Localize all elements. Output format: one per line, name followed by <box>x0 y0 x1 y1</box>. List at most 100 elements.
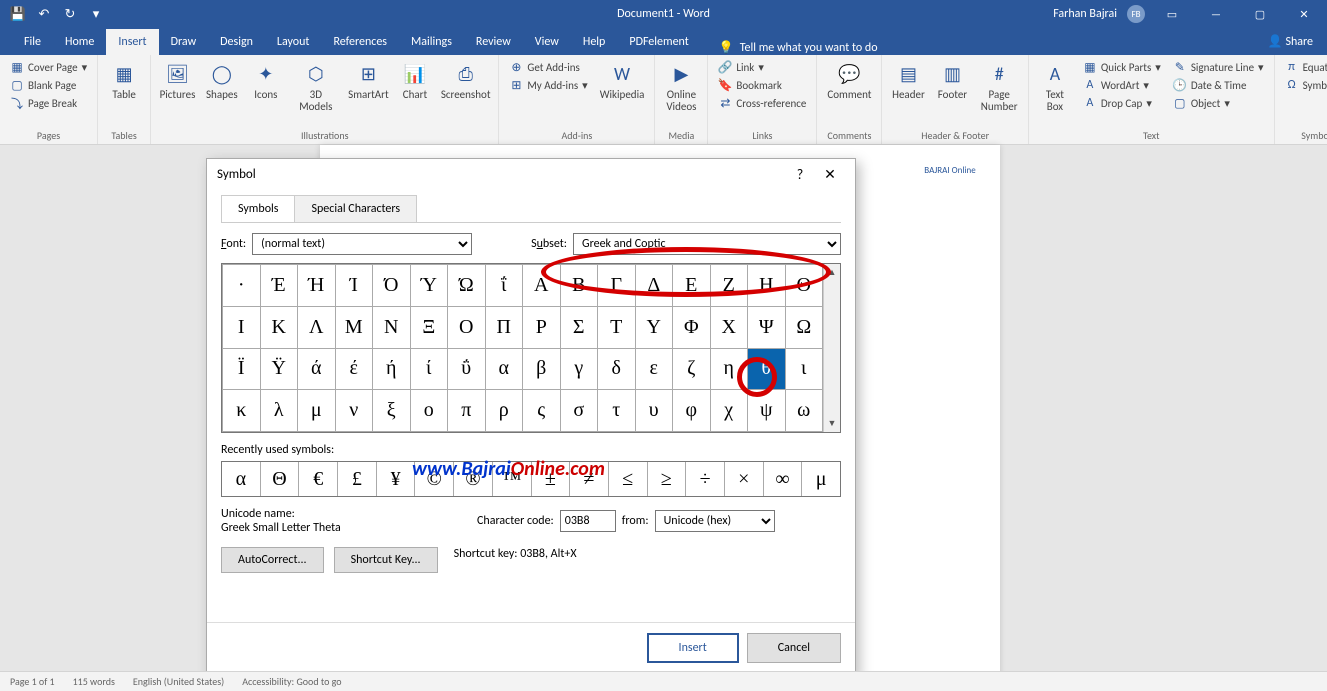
avatar[interactable]: FB <box>1127 5 1145 23</box>
tab-design[interactable]: Design <box>208 29 265 55</box>
close-icon[interactable]: ✕ <box>815 159 845 189</box>
recent-symbol[interactable]: © <box>415 462 454 496</box>
symbol-cell[interactable]: ε <box>635 348 673 390</box>
tell-me[interactable]: 💡 Tell me what you want to do <box>701 40 878 55</box>
symbol-cell[interactable]: ζ <box>673 348 711 390</box>
symbol-cell[interactable]: Υ <box>635 306 673 348</box>
symbol-cell[interactable]: Ό <box>373 265 411 307</box>
symbol-cell[interactable]: ς <box>523 390 561 432</box>
symbol-cell[interactable]: σ <box>560 390 598 432</box>
symbol-cell[interactable]: Ώ <box>448 265 486 307</box>
symbol-cell[interactable]: Ύ <box>410 265 448 307</box>
symbol-cell[interactable]: ω <box>785 390 823 432</box>
tab-draw[interactable]: Draw <box>159 29 209 55</box>
maximize-icon[interactable]: ▢ <box>1243 0 1277 28</box>
tab-mailings[interactable]: Mailings <box>399 29 464 55</box>
symbol-cell[interactable]: Γ <box>598 265 636 307</box>
symbol-cell[interactable]: α <box>485 348 523 390</box>
footer-button[interactable]: ▥Footer <box>934 59 970 103</box>
status-accessibility[interactable]: Accessibility: Good to go <box>242 675 341 688</box>
get-addins-button[interactable]: ⊕Get Add-ins <box>507 59 589 75</box>
symbol-cell[interactable]: Ϋ <box>260 348 298 390</box>
my-addins-button[interactable]: ⊞My Add-ins ▾ <box>507 77 589 93</box>
symbol-cell[interactable]: Π <box>485 306 523 348</box>
symbol-cell[interactable]: Ο <box>448 306 486 348</box>
3d-models-button[interactable]: ⬡3D Models <box>292 59 340 115</box>
tab-review[interactable]: Review <box>464 29 523 55</box>
char-code-input[interactable] <box>560 510 616 532</box>
link-button[interactable]: 🔗Link ▾ <box>716 59 808 75</box>
tab-layout[interactable]: Layout <box>265 29 322 55</box>
blank-page-button[interactable]: ▢Blank Page <box>8 77 89 93</box>
symbol-cell[interactable]: ρ <box>485 390 523 432</box>
redo-icon[interactable]: ↻ <box>62 6 78 22</box>
recent-symbol[interactable]: ÷ <box>686 462 725 496</box>
tab-pdfelement[interactable]: PDFelement <box>617 29 700 55</box>
wikipedia-button[interactable]: WWikipedia <box>598 59 647 103</box>
equation-button[interactable]: πEquation ▾ <box>1283 59 1327 75</box>
symbol-cell[interactable]: ι <box>785 348 823 390</box>
close-icon[interactable]: ✕ <box>1287 0 1321 28</box>
quick-parts-button[interactable]: ▦Quick Parts ▾ <box>1081 59 1163 75</box>
tab-help[interactable]: Help <box>571 29 618 55</box>
tab-references[interactable]: References <box>321 29 399 55</box>
screenshot-button[interactable]: ⎙Screenshot <box>441 59 490 103</box>
tab-special-chars[interactable]: Special Characters <box>294 195 417 222</box>
symbol-cell[interactable]: κ <box>223 390 261 432</box>
recent-symbol[interactable]: μ <box>802 462 840 496</box>
wordart-button[interactable]: AWordArt ▾ <box>1081 77 1163 93</box>
table-button[interactable]: ▦Table <box>106 59 142 103</box>
icons-button[interactable]: ✦Icons <box>248 59 284 103</box>
smartart-button[interactable]: ⊞SmartArt <box>348 59 389 103</box>
recent-symbol[interactable]: ™ <box>493 462 532 496</box>
share-button[interactable]: 👤 Share <box>1254 28 1327 55</box>
symbol-cell[interactable]: β <box>523 348 561 390</box>
symbol-cell[interactable]: Α <box>523 265 561 307</box>
symbol-cell[interactable]: Μ <box>335 306 373 348</box>
symbol-cell[interactable]: Ρ <box>523 306 561 348</box>
symbol-cell[interactable]: Ί <box>335 265 373 307</box>
recent-symbol[interactable]: Θ <box>261 462 300 496</box>
symbol-cell[interactable]: ξ <box>373 390 411 432</box>
symbol-cell[interactable]: δ <box>598 348 636 390</box>
recent-symbol[interactable]: ≤ <box>609 462 648 496</box>
symbol-cell[interactable]: Ϊ <box>223 348 261 390</box>
symbol-cell[interactable]: η <box>710 348 748 390</box>
symbol-cell[interactable]: γ <box>560 348 598 390</box>
symbol-cell[interactable]: Χ <box>710 306 748 348</box>
recent-symbol[interactable]: € <box>299 462 338 496</box>
symbol-cell[interactable]: Δ <box>635 265 673 307</box>
symbol-cell[interactable]: Θ <box>785 265 823 307</box>
recent-symbol[interactable]: ® <box>454 462 493 496</box>
tab-file[interactable]: File <box>12 29 53 55</box>
symbol-cell[interactable]: ν <box>335 390 373 432</box>
scroll-up-icon[interactable]: ▲ <box>824 264 840 281</box>
symbol-cell[interactable]: ο <box>410 390 448 432</box>
help-icon[interactable]: ? <box>785 159 815 189</box>
symbol-button[interactable]: ΩSymbol ▾ <box>1283 77 1327 93</box>
symbol-cell[interactable]: Ε <box>673 265 711 307</box>
page-break-button[interactable]: ⤵Page Break <box>8 95 89 111</box>
object-button[interactable]: ▢Object ▾ <box>1171 95 1266 111</box>
symbol-cell[interactable]: Ω <box>785 306 823 348</box>
shapes-button[interactable]: ◯Shapes <box>204 59 240 103</box>
symbol-cell[interactable]: ψ <box>748 390 786 432</box>
tab-home[interactable]: Home <box>53 29 106 55</box>
symbol-cell[interactable]: Λ <box>298 306 336 348</box>
page-number-button[interactable]: #Page Number <box>978 59 1019 115</box>
autocorrect-button[interactable]: AutoCorrect... <box>221 547 324 573</box>
font-combo[interactable]: (normal text) <box>252 233 472 255</box>
cancel-button[interactable]: Cancel <box>747 633 841 663</box>
chart-button[interactable]: 📊Chart <box>397 59 433 103</box>
symbol-cell[interactable]: Ι <box>223 306 261 348</box>
symbol-cell[interactable]: Ξ <box>410 306 448 348</box>
symbol-cell[interactable]: Β <box>560 265 598 307</box>
symbol-cell[interactable]: Ζ <box>710 265 748 307</box>
symbol-cell[interactable]: μ <box>298 390 336 432</box>
undo-icon[interactable]: ↶ <box>36 6 52 22</box>
bookmark-button[interactable]: 🔖Bookmark <box>716 77 808 93</box>
symbol-cell[interactable]: ί <box>410 348 448 390</box>
recent-symbol[interactable]: × <box>725 462 764 496</box>
symbol-cell[interactable]: ή <box>373 348 411 390</box>
user-name[interactable]: Farhan Bajrai <box>1053 7 1117 21</box>
